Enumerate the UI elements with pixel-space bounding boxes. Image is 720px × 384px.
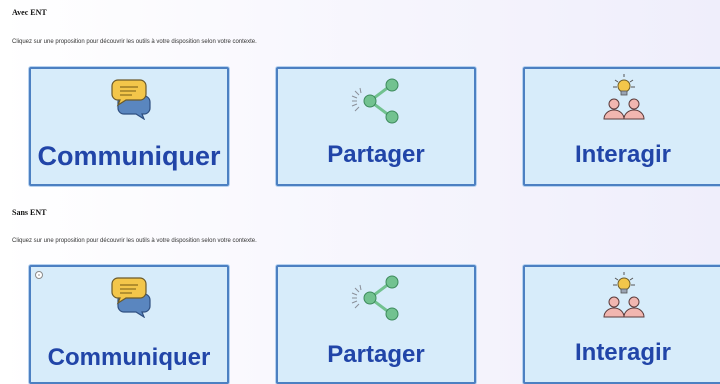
people-idea-icon [603,272,645,318]
section-description: Cliquez sur une proposition pour découvr… [12,238,257,244]
card-label: Interagir [574,141,672,168]
partager-card[interactable]: Partager [276,265,476,384]
share-icon [351,275,399,321]
speech-bubbles-icon [111,79,151,120]
card-label: Partager [327,341,425,368]
section-title: Sans ENT [12,208,47,217]
card-label: Communiquer [37,141,221,171]
communiquer-card[interactable]: Communiquer [29,67,229,186]
card-label: Interagir [574,339,672,366]
section-description: Cliquez sur une proposition pour découvr… [12,39,257,45]
speech-bubbles-icon [111,277,151,318]
people-idea-icon [603,74,645,120]
partager-card[interactable]: Partager [276,67,476,186]
section-title: Avec ENT [12,8,47,17]
share-icon [351,78,399,124]
communiquer-card[interactable]: Communiquer [29,265,229,384]
interagir-card[interactable]: Interagir [523,265,720,384]
card-label: Communiquer [47,344,211,371]
radio-icon[interactable] [35,271,43,279]
card-label: Partager [327,141,425,168]
interagir-card[interactable]: Interagir [523,67,720,186]
